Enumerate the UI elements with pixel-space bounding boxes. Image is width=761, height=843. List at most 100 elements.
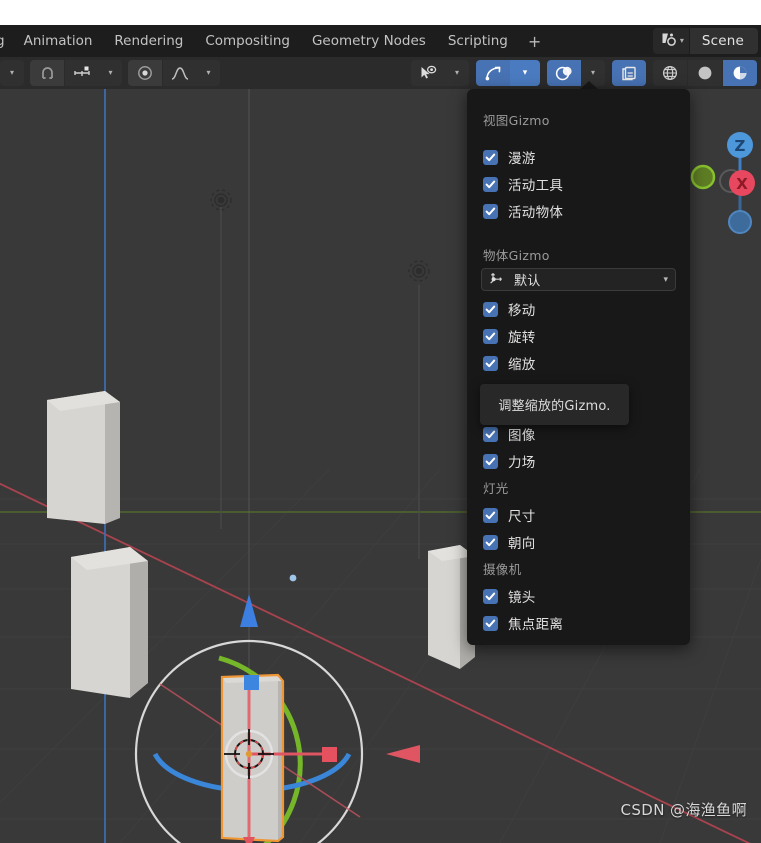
checkbox-scale-row[interactable]: 缩放 [483, 353, 536, 373]
navigation-gizmo[interactable]: X Z [685, 114, 761, 244]
gizmo-icon [484, 65, 503, 82]
watermark-label: CSDN @海渔鱼啊 [620, 801, 747, 819]
show-overlays-toggle[interactable] [547, 60, 581, 86]
checkbox-camera-lens-label: 镜头 [508, 590, 536, 606]
topbar: g Animation Rendering Compositing Geometry N… [0, 25, 761, 57]
workspace-tab-1[interactable]: Animation [13, 25, 104, 57]
checkbox-camera-lens-row[interactable]: 镜头 [483, 586, 536, 606]
show-gizmo-toggle[interactable] [476, 60, 510, 86]
cursor-eye-icon [419, 65, 438, 82]
header-left-tools: ▾ ▾ ▾ [0, 60, 220, 86]
snap-target-dropdown[interactable] [65, 60, 99, 86]
snapping-group: ▾ [30, 60, 122, 86]
checkbox-force-field-row[interactable]: 力场 [483, 451, 536, 471]
nav-label-z: Z [735, 137, 746, 155]
object-gizmo-orientation-dropdown[interactable]: 默认 ▾ [481, 268, 676, 291]
checkbox-move-row[interactable]: 移动 [483, 299, 536, 319]
checkbox-focus-distance-row[interactable]: 焦点距离 [483, 613, 563, 633]
shading-material-preview-button[interactable] [723, 60, 757, 86]
viewport-light-dot [289, 574, 297, 582]
workspace-tab-5[interactable]: Scripting [437, 25, 519, 57]
checkbox-active-object-row[interactable]: 活动物体 [483, 201, 563, 221]
snap-magnet-toggle[interactable] [30, 60, 64, 86]
checkbox-navigate-label: 漫游 [508, 151, 536, 167]
workspace-tabs: g Animation Rendering Compositing Geometry N… [0, 25, 550, 57]
checkbox-active-object[interactable] [483, 203, 498, 219]
chevron-down-icon: ▾ [108, 68, 113, 77]
mesh-box-upper [47, 391, 120, 524]
proportional-editing-group: ▾ [128, 60, 220, 86]
scene-name-label[interactable]: Scene [689, 28, 758, 54]
checkbox-camera-lens[interactable] [483, 588, 498, 604]
viewport-header: ▾ ▾ ▾ ▾ ▾ ▾ [0, 57, 761, 89]
toggle-xray-button[interactable] [612, 60, 646, 86]
magnet-icon [39, 65, 56, 82]
z-axis-cone-marker [240, 594, 258, 627]
checkbox-focus-distance[interactable] [483, 615, 498, 631]
section-title-3: 灯光 [483, 481, 509, 496]
orientation-axes-icon [489, 270, 506, 289]
workspace-tab-3[interactable]: Compositing [194, 25, 301, 57]
checkbox-active-tools[interactable] [483, 176, 498, 192]
checkbox-force-field-label: 力场 [508, 455, 536, 471]
chevron-down-icon: ▾ [522, 67, 528, 78]
transform-orientation-dropdown[interactable]: ▾ [0, 60, 24, 86]
point-light-2 [408, 260, 430, 282]
workspace-tab-4[interactable]: Geometry Nodes [301, 25, 437, 57]
chevron-down-icon: ▾ [679, 36, 684, 45]
visibility-dropdown[interactable]: ▾ [445, 60, 469, 86]
shading-solid-button[interactable] [688, 60, 722, 86]
checkbox-active-tools-row[interactable]: 活动工具 [483, 174, 563, 194]
chevron-down-icon: ▾ [454, 68, 459, 77]
checkbox-active-tools-label: 活动工具 [508, 178, 564, 194]
checkbox-scale-label: 缩放 [508, 357, 536, 373]
material-preview-icon [731, 64, 749, 82]
add-workspace-button[interactable]: + [519, 25, 550, 57]
checkbox-move[interactable] [483, 301, 498, 317]
chevron-down-icon: ▾ [206, 68, 211, 77]
checkbox-navigate[interactable] [483, 149, 498, 165]
checkbox-image-row[interactable]: 图像 [483, 424, 536, 444]
shading-group [653, 60, 757, 86]
checkbox-light-direction-label: 朝向 [508, 536, 536, 552]
blender-window: g Animation Rendering Compositing Geometry N… [0, 0, 761, 843]
scene-browse-button[interactable]: ▾ [652, 28, 689, 54]
checkbox-force-field[interactable] [483, 453, 498, 469]
checkbox-rotate-row[interactable]: 旋转 [483, 326, 536, 346]
workspace-tab-2[interactable]: Rendering [103, 25, 194, 57]
checkbox-light-direction[interactable] [483, 534, 498, 550]
workspace-tab-0[interactable]: g [0, 25, 13, 57]
window-top-strip [0, 0, 761, 25]
section-title-0: 视图Gizmo [483, 113, 550, 128]
tooltip: 调整缩放的Gizmo. [480, 384, 629, 425]
checkbox-light-size-row[interactable]: 尺寸 [483, 505, 536, 525]
snap-increment-icon [73, 65, 91, 81]
snap-dropdown-chevron[interactable]: ▾ [99, 60, 122, 86]
checkbox-focus-distance-label: 焦点距离 [508, 617, 564, 633]
checkbox-light-size[interactable] [483, 507, 498, 523]
shading-wireframe-button[interactable] [653, 60, 687, 86]
checkbox-image[interactable] [483, 426, 498, 442]
scene-browse-icon [660, 32, 677, 51]
scene-selector[interactable]: ▾ Scene [652, 28, 758, 54]
checkbox-navigate-row[interactable]: 漫游 [483, 147, 536, 167]
gizmo-handle-z [244, 675, 259, 690]
proportional-circle-icon [136, 64, 154, 82]
orientation-value: 默认 [514, 274, 541, 289]
checkbox-light-size-label: 尺寸 [508, 509, 536, 525]
checkbox-light-direction-row[interactable]: 朝向 [483, 532, 536, 552]
proportional-editing-toggle[interactable] [128, 60, 162, 86]
gizmo-handle-x [322, 747, 337, 762]
xray-icon [620, 65, 638, 82]
proportional-falloff-dropdown[interactable] [163, 60, 197, 86]
chevron-down-icon: ▾ [590, 68, 595, 77]
checkbox-scale[interactable] [483, 355, 498, 371]
chevron-down-icon: ▾ [663, 274, 668, 285]
checkbox-image-label: 图像 [508, 428, 536, 444]
gizmo-settings-popover[interactable]: 调整缩放的Gizmo. 视图Gizmo 漫游 活动工具 活动物体 物体Gizmo 默认 ▾ 移… [467, 89, 690, 645]
visibility-selectability-button[interactable] [411, 60, 445, 86]
checkbox-rotate[interactable] [483, 328, 498, 344]
nav-axis-y-neg [690, 164, 716, 190]
proportional-falloff-chevron[interactable]: ▾ [197, 60, 220, 86]
gizmo-settings-dropdown[interactable]: ▾ [510, 60, 540, 86]
